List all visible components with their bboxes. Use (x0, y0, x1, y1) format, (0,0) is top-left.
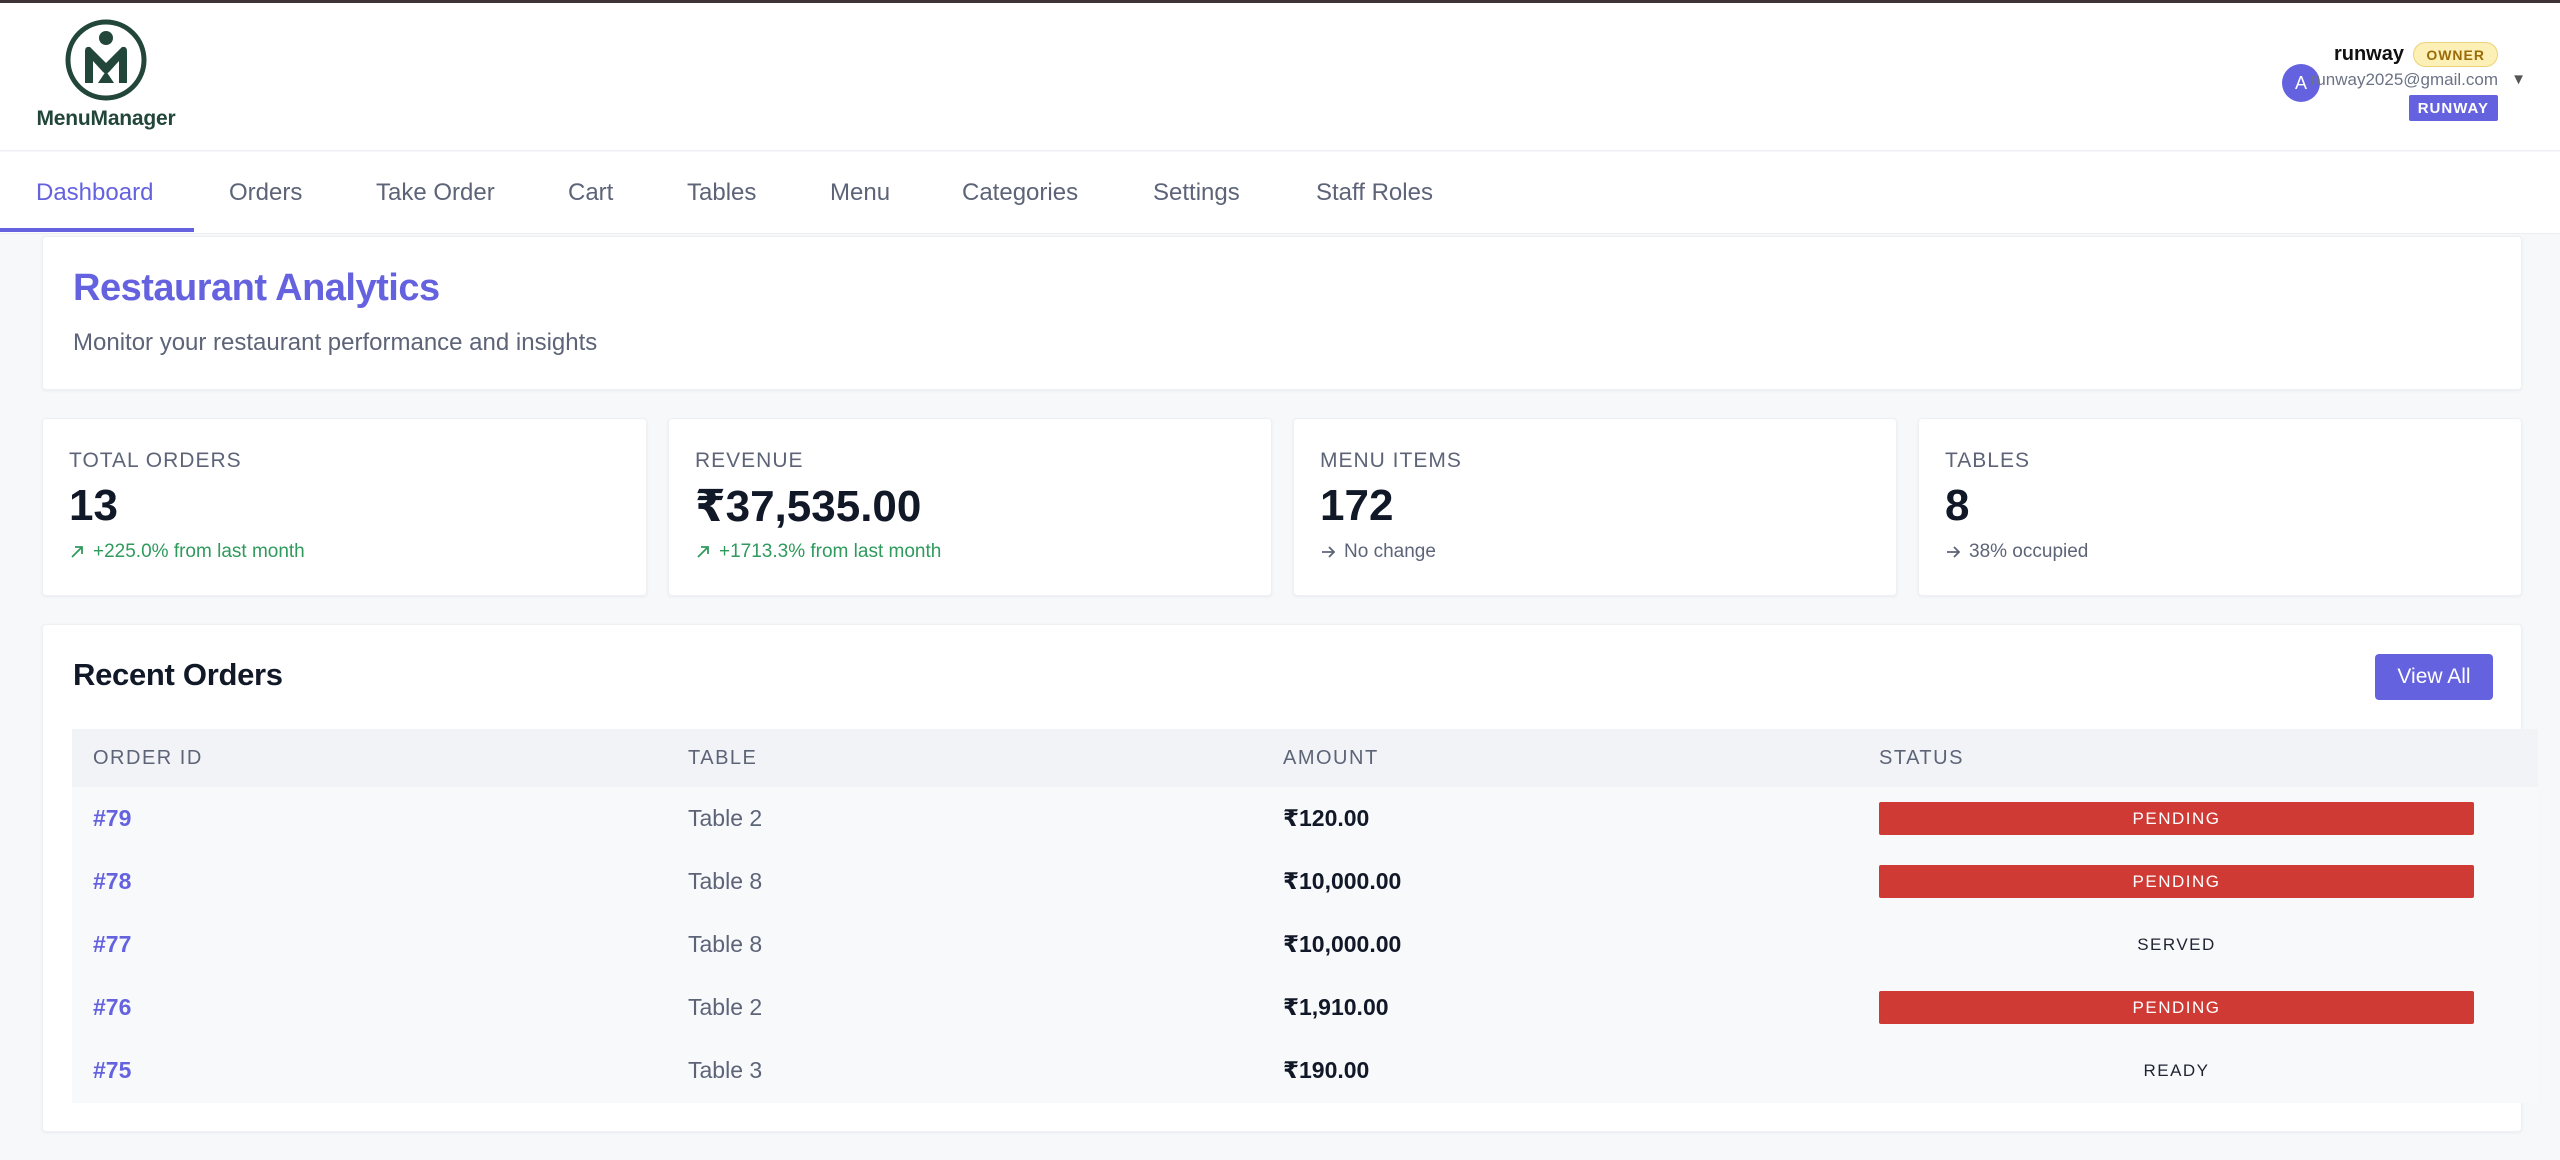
stat-card-tables: TABLES 8 38% occupied (1918, 418, 2522, 596)
stat-card-total-orders: TOTAL ORDERS 13 +225.0% from last month (42, 418, 647, 596)
app-header: MenuManager A runway OWNER runway2025@gm… (0, 3, 2560, 151)
stat-label: MENU ITEMS (1320, 449, 1462, 472)
order-table: Table 8 (688, 931, 763, 957)
status-badge: PENDING (1879, 802, 2474, 835)
analytics-header-card: Restaurant Analytics Monitor your restau… (42, 236, 2522, 390)
tab-orders[interactable]: Orders (229, 152, 302, 234)
arrow-right-icon (1322, 546, 1336, 558)
recent-orders-card: Recent Orders View All ORDER ID TABLE AM… (42, 624, 2538, 1132)
order-id-link[interactable]: #76 (93, 976, 131, 1039)
tab-cart[interactable]: Cart (568, 152, 613, 234)
column-header-amount: AMOUNT (1283, 746, 1379, 769)
order-table: Table 3 (688, 1057, 763, 1083)
table-row[interactable]: #78 Table 8 ₹10,000.00 PENDING (72, 850, 2538, 913)
arrow-up-right-icon (697, 546, 709, 558)
order-amount: ₹190.00 (1283, 1057, 1370, 1083)
order-amount: ₹1,910.00 (1283, 994, 1389, 1020)
stat-value: 13 (69, 481, 118, 530)
order-amount: ₹120.00 (1283, 805, 1370, 831)
order-amount: ₹10,000.00 (1283, 931, 1402, 957)
main-nav: Dashboard Orders Take Order Cart Tables … (0, 152, 2560, 234)
order-table: Table 2 (688, 805, 763, 831)
stat-value: 172 (1320, 481, 1394, 530)
status-badge: PENDING (1879, 865, 2474, 898)
stat-value: 8 (1945, 481, 1970, 530)
order-table: Table 8 (688, 868, 763, 894)
tab-settings[interactable]: Settings (1153, 152, 1240, 234)
user-menu[interactable]: A runway OWNER runway2025@gmail.com ▼ RU… (2200, 6, 2560, 126)
active-tab-indicator (0, 228, 194, 232)
stat-card-revenue: REVENUE ₹37,535.00 +1713.3% from last mo… (668, 418, 1272, 596)
column-header-order-id: ORDER ID (93, 746, 203, 769)
stat-change-text: +1713.3% from last month (719, 541, 942, 562)
stat-change-text: +225.0% from last month (93, 541, 305, 562)
stat-change: 38% occupied (1945, 541, 2088, 563)
order-id-link[interactable]: #78 (93, 850, 131, 913)
tab-tables[interactable]: Tables (687, 152, 756, 234)
user-name: runway (2333, 43, 2404, 65)
table-row[interactable]: #79 Table 2 ₹120.00 PENDING (72, 787, 2538, 850)
column-header-status: STATUS (1879, 746, 1964, 769)
stat-change-text: No change (1344, 541, 1436, 562)
status-badge: PENDING (1879, 991, 2474, 1024)
tab-categories[interactable]: Categories (962, 152, 1078, 234)
table-row[interactable]: #77 Table 8 ₹10,000.00 SERVED (72, 913, 2538, 976)
stat-label: TABLES (1945, 449, 2030, 472)
stat-value: ₹37,535.00 (695, 482, 922, 531)
stat-label: REVENUE (695, 449, 804, 472)
view-all-button[interactable]: View All (2375, 654, 2493, 700)
chevron-down-icon[interactable]: ▼ (2511, 71, 2526, 88)
role-badge: OWNER (2413, 42, 2498, 67)
tab-dashboard[interactable]: Dashboard (36, 152, 153, 234)
tab-menu[interactable]: Menu (830, 152, 890, 234)
order-id-link[interactable]: #77 (93, 913, 131, 976)
stat-change-text: 38% occupied (1969, 541, 2089, 562)
column-header-table: TABLE (688, 746, 758, 769)
stat-card-menu-items: MENU ITEMS 172 No change (1293, 418, 1897, 596)
order-amount: ₹10,000.00 (1283, 868, 1402, 894)
tab-staff-roles[interactable]: Staff Roles (1316, 152, 1433, 234)
order-id-link[interactable]: #79 (93, 787, 131, 850)
orders-table: ORDER ID TABLE AMOUNT STATUS #79 Table 2… (72, 729, 2538, 1103)
stat-change: No change (1320, 541, 1436, 563)
table-row[interactable]: #75 Table 3 ₹190.00 READY (72, 1039, 2538, 1102)
brand-logo[interactable]: MenuManager (36, 19, 176, 139)
stat-change: +1713.3% from last month (695, 541, 941, 563)
order-table: Table 2 (688, 994, 763, 1020)
arrow-up-right-icon (71, 546, 83, 558)
tab-take-order[interactable]: Take Order (376, 152, 495, 234)
arrow-right-icon (1947, 546, 1961, 558)
order-id-link[interactable]: #75 (93, 1039, 131, 1102)
status-badge: SERVED (2137, 934, 2216, 954)
brand-name: MenuManager (36, 107, 176, 130)
table-header: ORDER ID TABLE AMOUNT STATUS (72, 729, 2538, 787)
stat-change: +225.0% from last month (69, 541, 305, 563)
stat-label: TOTAL ORDERS (69, 449, 242, 472)
section-title: Recent Orders (73, 657, 283, 692)
status-badge: READY (2143, 1060, 2210, 1080)
user-email: runway2025@gmail.com (2310, 70, 2498, 89)
menumanager-logo-icon (65, 19, 147, 101)
page-title: Restaurant Analytics (73, 267, 440, 309)
page-subtitle: Monitor your restaurant performance and … (73, 329, 598, 356)
org-badge: RUNWAY (2408, 95, 2498, 121)
table-row[interactable]: #76 Table 2 ₹1,910.00 PENDING (72, 976, 2538, 1039)
